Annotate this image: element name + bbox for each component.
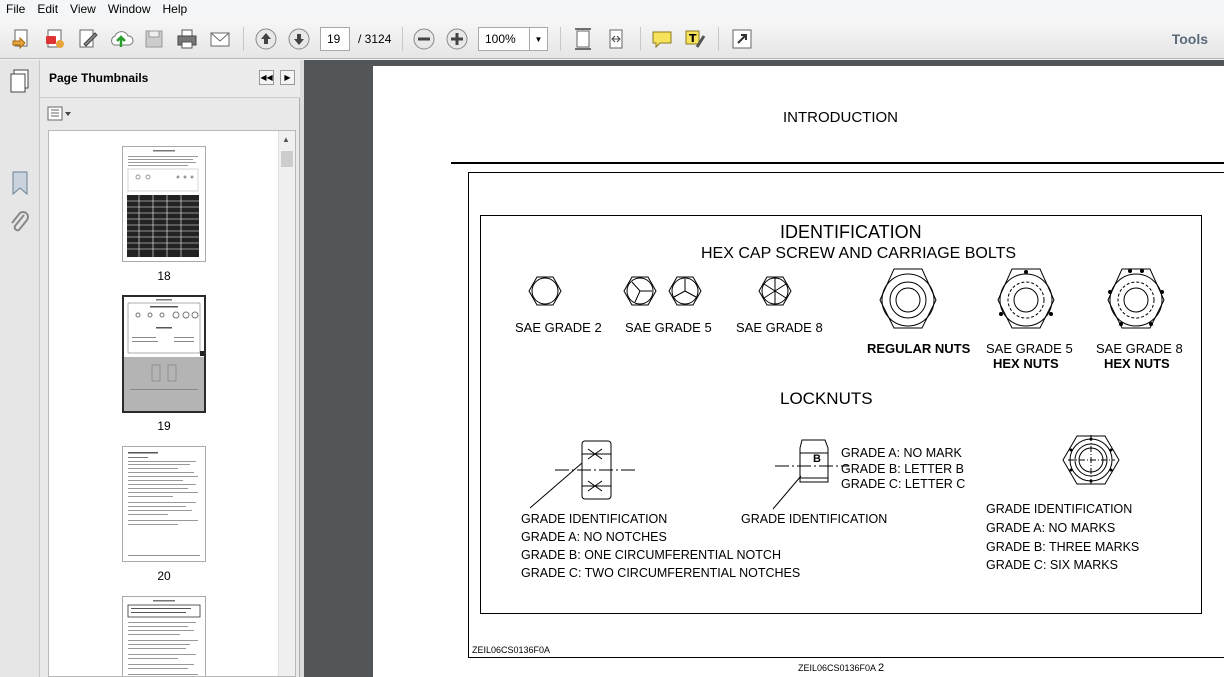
page-total: / 3124 <box>358 32 392 46</box>
mid-grade-identification: GRADE IDENTIFICATION <box>741 512 888 526</box>
menu-help[interactable]: Help <box>157 0 194 19</box>
figure-code: ZEIL06CS0136F0A <box>472 645 551 655</box>
menu-edit[interactable]: Edit <box>31 0 64 19</box>
thumbnail-page[interactable] <box>122 596 206 676</box>
zoom-out-icon[interactable] <box>410 25 438 53</box>
print-icon[interactable] <box>173 25 201 53</box>
comment-icon[interactable] <box>648 25 676 53</box>
thumbnail-label: 20 <box>157 569 171 583</box>
fit-width-icon[interactable] <box>602 25 630 53</box>
thumbnail-page[interactable] <box>122 146 206 262</box>
zoom-select[interactable]: 100% ▼ <box>478 27 548 51</box>
menu-window[interactable]: Window <box>102 0 157 19</box>
fit-page-icon[interactable] <box>569 25 597 53</box>
left-grade-c: GRADE C: TWO CIRCUMFERENTIAL NOTCHES <box>521 566 801 580</box>
zoom-in-icon[interactable] <box>443 25 471 53</box>
navigation-strip <box>0 60 40 677</box>
left-grade-identification: GRADE IDENTIFICATION <box>521 512 668 526</box>
highlight-text-icon[interactable]: T <box>681 25 709 53</box>
page-number-input[interactable]: 19 <box>320 27 350 51</box>
next-page-icon[interactable] <box>285 25 313 53</box>
hex-nuts-8-label: HEX NUTS <box>1104 356 1170 371</box>
thumbnail-scrollbar[interactable]: ▲ <box>278 131 295 676</box>
right-grade-c: GRADE C: SIX MARKS <box>986 558 1118 572</box>
fastener-drawings <box>528 268 1165 510</box>
right-grade-b: GRADE B: THREE MARKS <box>986 540 1140 554</box>
left-grade-a: GRADE A: NO NOTCHES <box>521 530 667 544</box>
scrollbar-thumb[interactable] <box>281 151 293 167</box>
thumbnails-panel: Page Thumbnails ◀◀ ▶ 18 19 20 ▲ <box>40 60 300 677</box>
expand-icon[interactable] <box>728 25 756 53</box>
panel-title: Page Thumbnails <box>49 71 149 85</box>
sae-grade-8-nut-label: SAE GRADE 8 <box>1096 341 1183 356</box>
create-pdf-icon[interactable] <box>8 25 36 53</box>
svg-text:T: T <box>689 32 697 45</box>
thumbnail-label: 19 <box>157 419 171 433</box>
cloud-upload-icon[interactable] <box>107 25 135 53</box>
collapse-panel-icon[interactable]: ◀◀ <box>259 70 274 85</box>
save-icon[interactable] <box>140 25 168 53</box>
menu-file[interactable]: File <box>0 0 31 19</box>
regular-nuts-label: REGULAR NUTS <box>867 341 971 356</box>
thumbnail-label: 18 <box>157 269 171 283</box>
left-grade-b: GRADE B: ONE CIRCUMFERENTIAL NOTCH <box>521 548 781 562</box>
thumbnail-page[interactable] <box>122 446 206 562</box>
sae-grade-5-label: SAE GRADE 5 <box>625 320 712 335</box>
bookmark-icon[interactable] <box>10 170 30 199</box>
mid-grade-b: GRADE B: LETTER B <box>841 462 964 476</box>
thumbnail-options-icon[interactable] <box>47 106 73 125</box>
edit-document-icon[interactable] <box>74 25 102 53</box>
toolbar: 19 / 3124 100% ▼ T Tools <box>0 19 1224 59</box>
zoom-value: 100% <box>485 32 516 46</box>
thumbnail-page-selected[interactable] <box>122 295 206 413</box>
tools-button[interactable]: Tools <box>1172 31 1208 47</box>
chevron-down-icon[interactable]: ▼ <box>529 28 547 50</box>
previous-page-icon[interactable] <box>252 25 280 53</box>
document-view: INTRODUCTION IDENTIFICATION HEX CAP SCRE… <box>304 60 1224 677</box>
right-grade-a: GRADE A: NO MARKS <box>986 521 1116 535</box>
convert-pdf-icon[interactable] <box>41 25 69 53</box>
locknuts-heading: LOCKNUTS <box>780 389 873 408</box>
sae-grade-2-label: SAE GRADE 2 <box>515 320 602 335</box>
attachment-icon[interactable] <box>8 210 32 239</box>
footer-code: ZEIL06CS0136F0A <box>798 663 877 673</box>
menu-view[interactable]: View <box>64 0 102 19</box>
hex-nuts-5-label: HEX NUTS <box>993 356 1059 371</box>
mid-grade-a: GRADE A: NO MARK <box>841 446 962 460</box>
document-page: INTRODUCTION IDENTIFICATION HEX CAP SCRE… <box>373 66 1224 677</box>
mid-grade-c: GRADE C: LETTER C <box>841 477 966 491</box>
menu-bar: File Edit View Window Help <box>0 0 1224 19</box>
sae-grade-8-label: SAE GRADE 8 <box>736 320 823 335</box>
locknut-letter-b: B <box>813 453 821 465</box>
right-grade-identification: GRADE IDENTIFICATION <box>986 502 1133 516</box>
expand-panel-icon[interactable]: ▶ <box>280 70 295 85</box>
page-thumbnails-icon[interactable] <box>8 68 32 97</box>
sae-grade-5-nut-label: SAE GRADE 5 <box>986 341 1073 356</box>
thumbnails-header: Page Thumbnails ◀◀ ▶ <box>40 60 300 98</box>
email-icon[interactable] <box>206 25 234 53</box>
thumbnail-list: 18 19 20 ▲ <box>48 130 296 677</box>
scroll-up-icon[interactable]: ▲ <box>282 135 290 144</box>
footer-page-number: 2 <box>878 662 885 674</box>
